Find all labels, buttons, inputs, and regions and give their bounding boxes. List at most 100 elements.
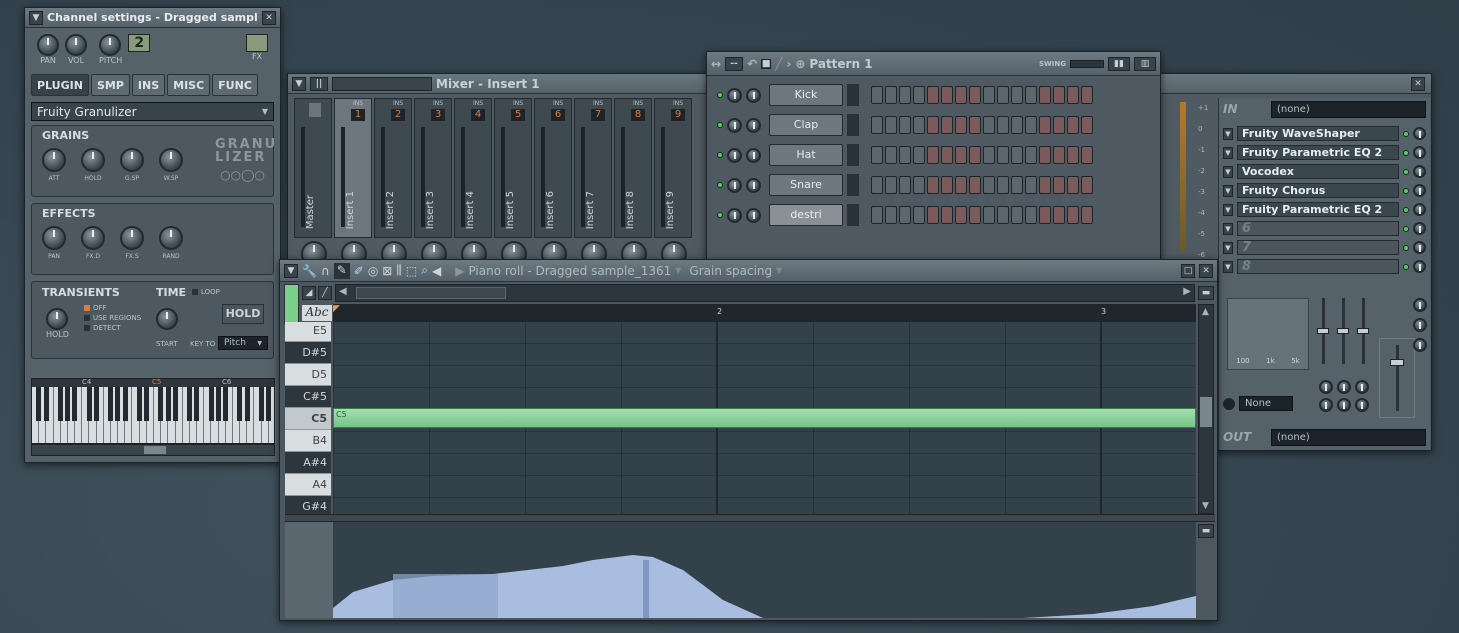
slot-led-icon[interactable] (1403, 263, 1409, 270)
pattern-mode-button[interactable]: -- (725, 56, 744, 71)
white-key[interactable] (197, 387, 205, 443)
step-button[interactable] (983, 176, 995, 194)
step-button[interactable] (871, 176, 883, 194)
step-button[interactable] (927, 206, 939, 224)
step-button[interactable] (1025, 176, 1037, 194)
step-button[interactable] (941, 206, 953, 224)
channel-pan-knob[interactable] (727, 117, 742, 133)
speaker-icon[interactable]: ◀ (432, 264, 441, 278)
arrows-icon[interactable]: ↔ (711, 57, 721, 71)
eq-sliders[interactable] (1317, 298, 1377, 368)
channel-name-button[interactable]: destri (769, 204, 843, 226)
step-button[interactable] (955, 86, 967, 104)
transient-hold-knob[interactable] (46, 308, 68, 330)
step-button[interactable] (1081, 176, 1093, 194)
slot-led-icon[interactable] (1403, 130, 1409, 137)
step-button[interactable] (1039, 116, 1051, 134)
slot-led-icon[interactable] (1403, 225, 1409, 232)
white-key[interactable] (247, 387, 255, 443)
step-button[interactable] (1053, 116, 1065, 134)
fxd-knob[interactable] (81, 226, 105, 250)
mixer-strip-4[interactable]: INS 4 Insert 4 (454, 98, 492, 267)
step-button[interactable] (1025, 206, 1037, 224)
slot-menu-icon[interactable]: ▼ (1223, 184, 1233, 197)
undo-icon[interactable]: ↶ (747, 57, 757, 71)
slot-mix-knob[interactable] (1413, 241, 1426, 254)
white-key[interactable] (176, 387, 183, 443)
step-button[interactable] (885, 206, 897, 224)
slot-led-icon[interactable] (1403, 206, 1409, 213)
fx-slot-5[interactable]: ▼ Fruity Parametric EQ 2 (1219, 200, 1430, 219)
piano-key-a4[interactable]: A4 (285, 474, 331, 496)
step-button[interactable] (969, 146, 981, 164)
piano-key-csharp5[interactable]: C#5 (285, 386, 331, 408)
piano-key-d5[interactable]: D5 (285, 364, 331, 386)
step-button[interactable] (913, 146, 925, 164)
pitch-range-display[interactable]: 2 (128, 34, 151, 52)
step-button[interactable] (1053, 206, 1065, 224)
slice-tool-icon[interactable]: ⫼ (396, 263, 402, 278)
channel-pan-knob[interactable] (727, 207, 742, 223)
slot-menu-icon[interactable]: ▼ (1223, 260, 1233, 273)
route-none[interactable]: None (1223, 396, 1293, 411)
step-button[interactable] (1025, 146, 1037, 164)
step-button[interactable] (885, 116, 897, 134)
event-side-button[interactable]: ▬ (1198, 524, 1214, 538)
step-button[interactable] (1081, 206, 1093, 224)
step-button[interactable] (913, 116, 925, 134)
step-button[interactable] (997, 176, 1009, 194)
step-button[interactable] (1011, 86, 1023, 104)
fx-slot-2[interactable]: ▼ Fruity Parametric EQ 2 (1219, 143, 1430, 162)
eq-knobs[interactable] (1319, 380, 1379, 412)
channel-vol-knob[interactable] (746, 177, 761, 193)
channel-led-icon[interactable] (717, 182, 723, 188)
delete-tool-icon[interactable]: ◎ (368, 264, 378, 278)
tab-func[interactable]: FUNC (212, 74, 258, 96)
slot-menu-icon[interactable]: ▼ (1223, 241, 1233, 254)
step-button[interactable] (997, 206, 1009, 224)
step-button[interactable] (955, 116, 967, 134)
step-button[interactable] (913, 176, 925, 194)
plugin-select[interactable]: Fruity Granulizer ▼ (31, 102, 274, 121)
step-button[interactable] (983, 206, 995, 224)
channel-pan-knob[interactable] (727, 147, 742, 163)
pianoroll-side-button[interactable]: ▬ (1198, 286, 1214, 300)
step-button[interactable] (1067, 86, 1079, 104)
wsp-knob[interactable] (159, 148, 183, 172)
none-select[interactable]: None (1239, 396, 1293, 411)
abc-button[interactable]: Abc (302, 305, 332, 321)
mixer-strip-6[interactable]: INS 6 Insert 6 (534, 98, 572, 267)
fxs-knob[interactable] (120, 226, 144, 250)
loop-toggle[interactable]: LOOP (201, 288, 220, 296)
mixer-menu-button[interactable]: ▼ (292, 76, 306, 91)
step-button[interactable] (1011, 206, 1023, 224)
playhead-marker-icon[interactable]: ◤ (333, 304, 340, 314)
white-key[interactable] (75, 387, 83, 443)
slot-mix-knob[interactable] (1413, 127, 1426, 140)
slot-menu-icon[interactable]: ▼ (1223, 165, 1233, 178)
step-button[interactable] (983, 146, 995, 164)
channel-vol-knob[interactable] (746, 207, 761, 223)
pianoroll-color-strip[interactable] (284, 284, 299, 324)
step-button[interactable] (1011, 116, 1023, 134)
tab-plugin[interactable]: PLUGIN (31, 74, 89, 96)
slot-menu-icon[interactable]: ▼ (1223, 146, 1233, 159)
pattern-titlebar[interactable]: ↔ -- ↶ ■ ╱ › ⊕ Pattern 1 SWING ▮▮ ▥ (707, 52, 1160, 76)
slot-led-icon[interactable] (1403, 149, 1409, 156)
brush-tool-icon[interactable]: ✐ (354, 264, 364, 278)
white-key[interactable] (46, 387, 54, 443)
step-button[interactable] (1081, 146, 1093, 164)
step-button[interactable] (969, 116, 981, 134)
pianoroll-menu-button[interactable]: ▼ (284, 263, 298, 278)
slot-led-icon[interactable] (1403, 187, 1409, 194)
step-button[interactable] (1039, 146, 1051, 164)
slot-mix-knob[interactable] (1413, 203, 1426, 216)
pitch-knob[interactable] (99, 34, 121, 56)
step-button[interactable] (1081, 116, 1093, 134)
step-button[interactable] (1067, 116, 1079, 134)
mixer-strip-8[interactable]: INS 8 Insert 8 (614, 98, 652, 267)
grain-dropdown-icon[interactable]: ▼ (776, 266, 782, 275)
step-button[interactable] (899, 86, 911, 104)
pitch-select[interactable]: Pitch ▼ (218, 336, 268, 350)
mixer-strip-9[interactable]: INS 9 Insert 9 (654, 98, 692, 267)
